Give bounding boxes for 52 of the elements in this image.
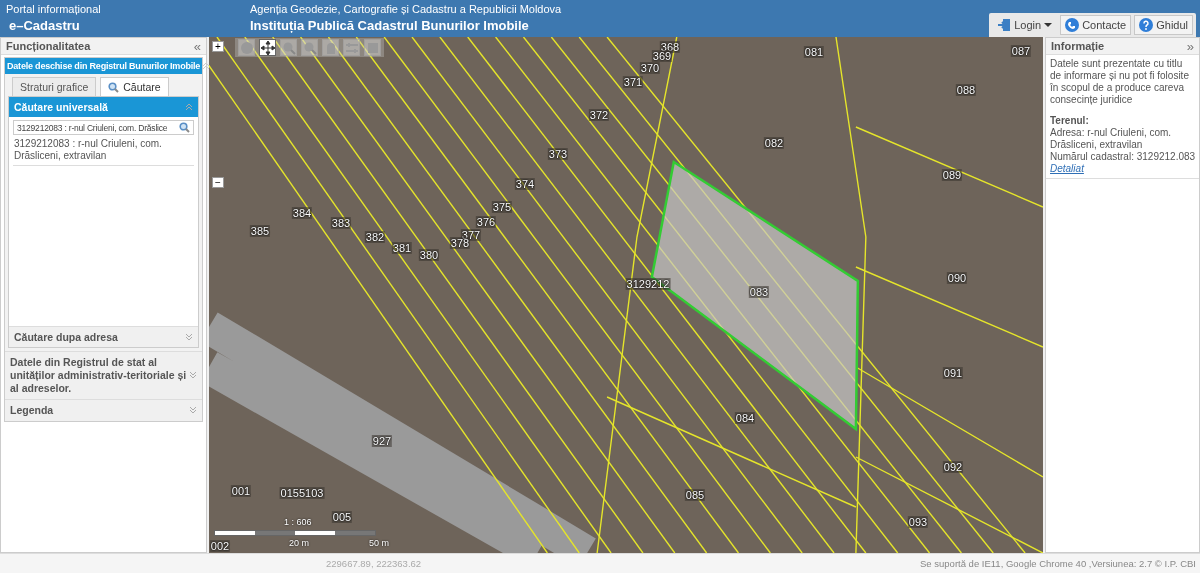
- tab[interactable]: Căutare: [100, 77, 169, 96]
- login-icon: [997, 18, 1012, 32]
- collapse-button[interactable]: »: [1186, 38, 1194, 54]
- section-title: Terenul:: [1050, 115, 1090, 127]
- move-icon: [260, 40, 275, 55]
- print-tool-button[interactable]: [364, 39, 381, 56]
- app-title: e–Cadastru: [8, 18, 81, 33]
- search-icon: [108, 81, 120, 93]
- coordinates-text: 229667.89, 222363.62: [326, 558, 422, 569]
- zoomout-tool-button[interactable]: [301, 39, 318, 56]
- square-icon: [365, 40, 380, 55]
- chevron-icon: [185, 332, 193, 341]
- phone-icon: [1065, 18, 1080, 32]
- magnifier-icon: [281, 40, 296, 55]
- sidebar-title: Funcționalitatea: [6, 40, 91, 52]
- caret-icon: [1044, 22, 1053, 28]
- portal-caption: Portal informațional: [6, 3, 102, 15]
- pan-tool-button[interactable]: [259, 39, 276, 56]
- details-link[interactable]: Detaliat: [1050, 163, 1084, 175]
- chevron-icon: [189, 371, 197, 380]
- scale-label: 20 m: [289, 538, 309, 548]
- help-icon: [1139, 18, 1154, 32]
- magnifier-icon: [302, 40, 317, 55]
- search-field[interactable]: 3129212083 : r-nul Criuleni, com. Drăslice: [13, 120, 194, 135]
- scale-label: 50 m: [369, 538, 389, 548]
- panel-header[interactable]: Legenda: [5, 398, 202, 421]
- zoom-in-button[interactable]: +: [212, 41, 224, 52]
- section-header[interactable]: Căutare dupa adresa: [9, 325, 198, 347]
- scale-ratio: 1 : 606: [284, 517, 312, 527]
- search-icon: [179, 122, 190, 133]
- tab[interactable]: Straturi grafice: [12, 77, 97, 96]
- ruler-icon: [344, 40, 359, 55]
- info-title: Informație: [1051, 40, 1105, 52]
- login-button[interactable]: Login: [992, 15, 1058, 35]
- institution-name: Instituția Publică Cadastrul Bunurilor Imobile: [250, 18, 530, 33]
- search-result[interactable]: 3129212083 : r-nul Criuleni, com. Drăsliceni, extravilan: [13, 135, 194, 166]
- panel-header[interactable]: Datele din Registrul de stat al unităților administrativ-teritoriale și al adreselor.: [5, 350, 202, 399]
- agency-name: Agenția Geodezie, Cartografie și Cadastru a Republicii Moldova: [250, 3, 562, 15]
- measure-tool-button[interactable]: [343, 39, 360, 56]
- zoom-out-button[interactable]: −: [212, 177, 224, 188]
- chevron-icon: [185, 103, 193, 111]
- disclaimer-text: Datele sunt prezentate cu titlu de informare și nu pot fi folosite în scopul de a produce careva consecințe juridice: [1050, 58, 1190, 106]
- aerial-map[interactable]: 368 369 370 371 372 373 374 375 376 377 378 380 381 382 383 384 385 081 087 088 082 089 083 090 091 084 092 085 093 927 001 002 005 3129212 0155103 + − 1 : 606 20 m 50 m: [209, 37, 1043, 553]
- collapse-button[interactable]: «: [193, 38, 201, 54]
- contact-button[interactable]: Contacte: [1060, 15, 1132, 35]
- chevron-icon: [189, 406, 197, 415]
- parcel-number: 087: [1010, 45, 1032, 57]
- cadastral-number: Numărul cadastral: 3129212.083: [1050, 151, 1196, 163]
- globe-icon: [239, 40, 254, 55]
- version-text: Se suportă de IE11, Google Chrome 40 ,Versiunea: 2.7 © I.P. CBI: [920, 558, 1196, 569]
- address-text: Adresa: r-nul Criuleni, com. Drăsliceni, extravilan: [1050, 127, 1173, 151]
- help-button[interactable]: Ghidul: [1134, 15, 1193, 35]
